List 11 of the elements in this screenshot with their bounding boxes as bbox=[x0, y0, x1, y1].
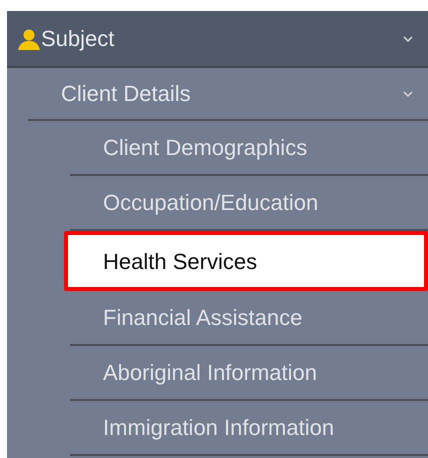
menu-item[interactable]: Financial Assistance bbox=[103, 301, 302, 334]
menu-item[interactable]: Aboriginal Information bbox=[103, 356, 318, 389]
menu-item[interactable]: Occupation/Education bbox=[103, 186, 318, 219]
menu-group[interactable]: Client Details bbox=[28, 68, 428, 119]
menu-item[interactable]: Client Demographics bbox=[103, 131, 308, 164]
chevron-icon bbox=[402, 34, 414, 42]
menu-label: Subject bbox=[41, 25, 116, 53]
chevron-icon bbox=[402, 90, 414, 98]
user-icon bbox=[17, 26, 41, 50]
menu-item[interactable]: Immigration Information bbox=[103, 411, 334, 444]
menu-header[interactable]: Subject bbox=[7, 11, 428, 68]
